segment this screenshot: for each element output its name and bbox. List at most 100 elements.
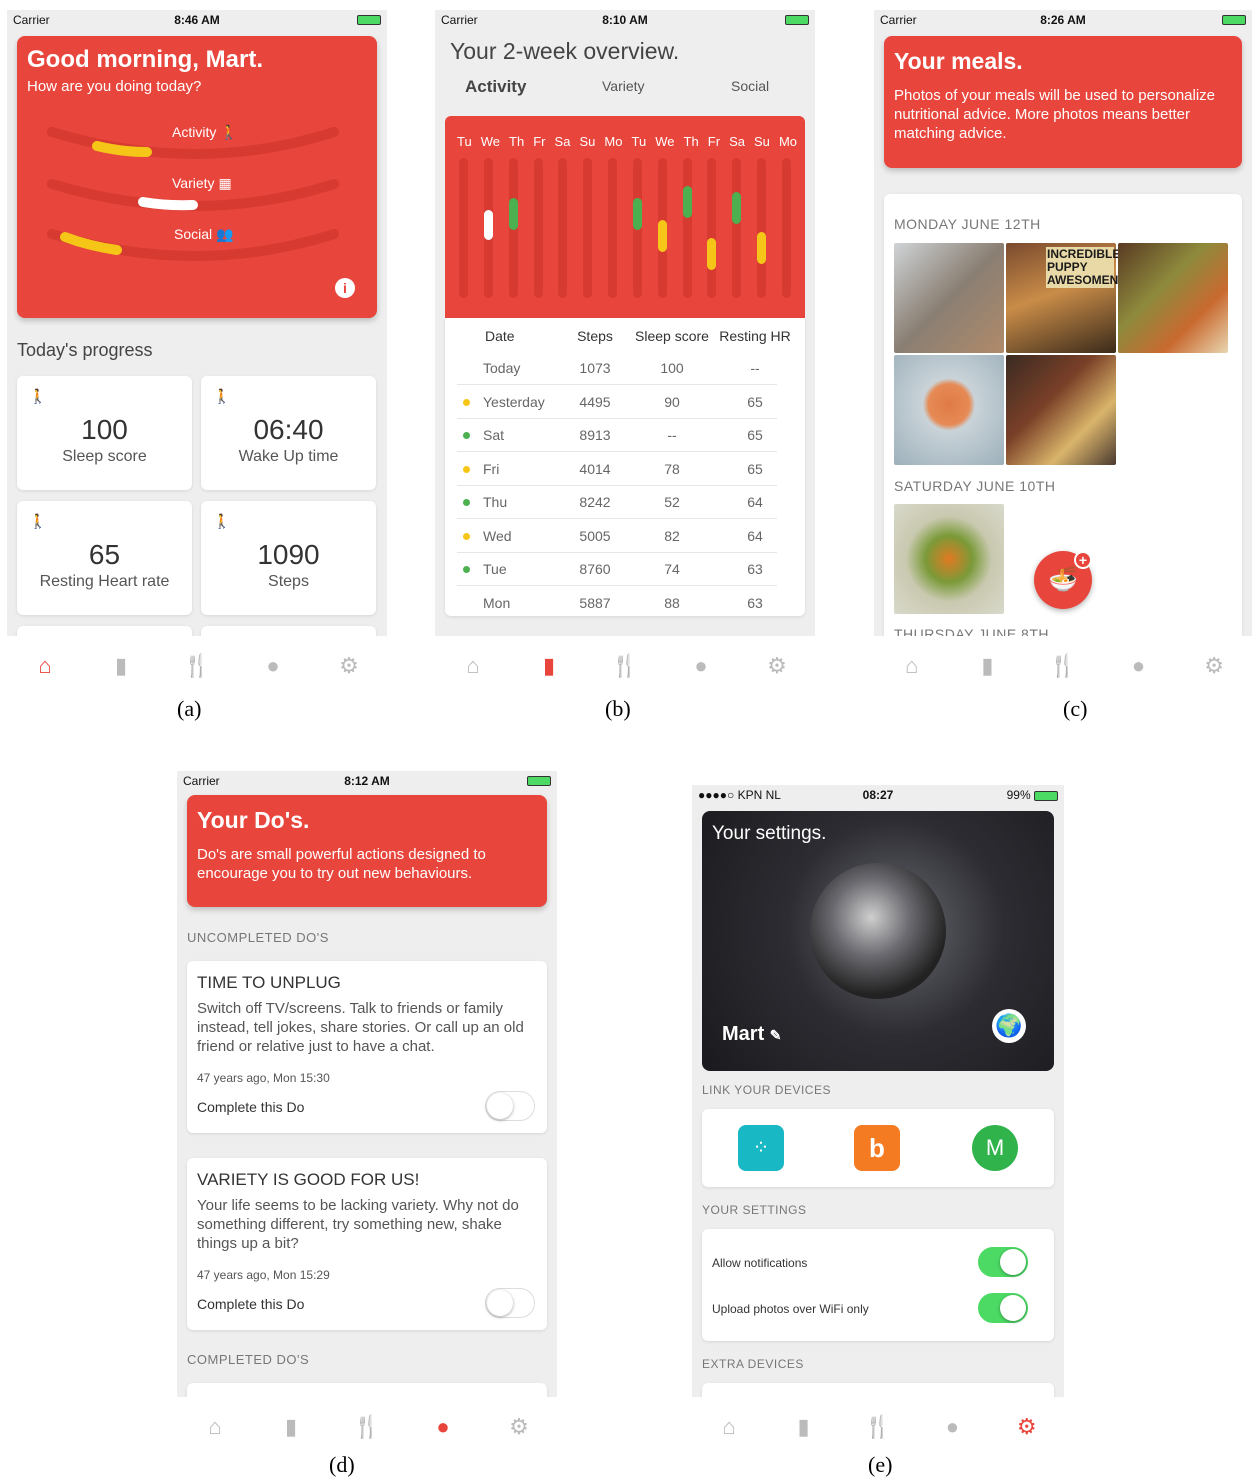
meals-icon[interactable]: 🍴 bbox=[605, 655, 645, 677]
table-cell: 4014 bbox=[579, 460, 611, 477]
dos-icon[interactable]: ● bbox=[423, 1416, 463, 1438]
table-cell: Wed bbox=[483, 527, 512, 544]
table-row[interactable]: Fri 4014 78 65 bbox=[457, 453, 777, 486]
tile-steps[interactable]: 🚶 1090 Steps bbox=[201, 501, 376, 615]
grid-icon: ▦ bbox=[218, 175, 232, 191]
panel-d-dos: Carrier 8:12 AM Your Do's. Do's are smal… bbox=[177, 771, 557, 1457]
day-bar[interactable] bbox=[459, 158, 468, 298]
status-bar: Carrier 8:26 AM bbox=[874, 10, 1252, 30]
home-icon[interactable]: ⌂ bbox=[453, 655, 493, 677]
meal-photo[interactable] bbox=[894, 243, 1004, 353]
table-cell: 78 bbox=[664, 460, 680, 477]
tab-social[interactable]: Social bbox=[731, 78, 769, 94]
meals-icon[interactable]: 🍴 bbox=[1043, 655, 1083, 677]
table-row[interactable]: Tue 8760 74 63 bbox=[457, 553, 777, 586]
wifi-upload-toggle[interactable] bbox=[978, 1293, 1028, 1323]
add-meal-button[interactable]: 🍜 + bbox=[1034, 551, 1092, 609]
meals-icon[interactable]: 🍴 bbox=[858, 1416, 898, 1438]
day-label: Su bbox=[579, 134, 596, 149]
day-label: We bbox=[655, 134, 675, 149]
day-heading: MONDAY JUNE 12TH bbox=[894, 216, 1041, 232]
table-cell: Today bbox=[483, 360, 521, 376]
tile-heart-rate[interactable]: 🚶 65 Resting Heart rate bbox=[17, 501, 192, 615]
notifications-toggle[interactable] bbox=[978, 1247, 1028, 1277]
meals-description: Photos of your meals will be used to per… bbox=[894, 87, 1216, 142]
clock: 08:27 bbox=[862, 788, 894, 802]
clock: 8:10 AM bbox=[602, 13, 648, 27]
day-bar[interactable] bbox=[583, 158, 593, 298]
column-header: Steps bbox=[577, 328, 613, 344]
home-icon[interactable]: ⌂ bbox=[25, 655, 65, 677]
table-cell: 65 bbox=[747, 460, 763, 477]
tile-wakeup[interactable]: 🚶 06:40 Wake Up time bbox=[201, 376, 376, 490]
day-bar[interactable] bbox=[781, 158, 791, 298]
settings-icon[interactable]: ⚙ bbox=[329, 655, 369, 677]
table-cell: Yesterday bbox=[483, 393, 545, 410]
runkeeper-icon[interactable]: b bbox=[854, 1125, 900, 1171]
clock: 8:26 AM bbox=[1040, 13, 1086, 27]
tab-bar: ⌂ ▮ 🍴 ● ⚙ bbox=[177, 1397, 557, 1457]
stats-icon[interactable]: ▮ bbox=[967, 655, 1007, 677]
meal-photo[interactable] bbox=[1118, 243, 1228, 353]
day-bar[interactable] bbox=[757, 158, 767, 298]
meal-photo[interactable]: INCREDIBLE PUPPY AWESOMENESS bbox=[1006, 243, 1142, 353]
day-bar[interactable] bbox=[558, 158, 568, 298]
meal-photo[interactable] bbox=[1006, 355, 1116, 465]
moves-icon[interactable]: M bbox=[972, 1125, 1018, 1171]
day-bar[interactable] bbox=[632, 158, 642, 298]
dos-icon[interactable]: ● bbox=[1119, 655, 1159, 677]
meal-photo[interactable] bbox=[894, 355, 1004, 465]
caption-e: (e) bbox=[868, 1452, 893, 1477]
meal-bowl-icon: 🍜 bbox=[1048, 566, 1078, 593]
tab-bar: ⌂ ▮ 🍴 ● ⚙ bbox=[692, 1397, 1064, 1457]
table-cell: 5005 bbox=[579, 527, 611, 544]
dos-icon[interactable]: ● bbox=[253, 655, 293, 677]
settings-icon[interactable]: ⚙ bbox=[1194, 655, 1234, 677]
tab-activity[interactable]: Activity bbox=[465, 77, 526, 97]
status-bar: ●●●●○ KPN NL 08:27 99% bbox=[692, 785, 1064, 805]
settings-icon[interactable]: ⚙ bbox=[1007, 1416, 1047, 1438]
settings-icon[interactable]: ⚙ bbox=[499, 1416, 539, 1438]
meal-photo[interactable] bbox=[894, 504, 1004, 614]
day-bar[interactable] bbox=[707, 158, 717, 298]
tab-variety[interactable]: Variety bbox=[602, 78, 645, 94]
meals-icon[interactable]: 🍴 bbox=[177, 655, 217, 677]
stats-icon[interactable]: ▮ bbox=[101, 655, 141, 677]
stats-icon[interactable]: ▮ bbox=[784, 1416, 824, 1438]
day-bar[interactable] bbox=[608, 158, 618, 298]
day-bar[interactable] bbox=[682, 158, 692, 298]
day-bar[interactable] bbox=[533, 158, 543, 298]
home-icon[interactable]: ⌂ bbox=[892, 655, 932, 677]
table-row[interactable]: Sat 8913 -- 65 bbox=[457, 419, 777, 452]
dos-icon[interactable]: ● bbox=[681, 655, 721, 677]
complete-do-toggle[interactable] bbox=[485, 1091, 535, 1121]
day-bar[interactable] bbox=[732, 158, 742, 298]
table-row[interactable]: Wed 5005 82 64 bbox=[457, 520, 777, 553]
info-icon[interactable]: i bbox=[335, 278, 355, 298]
stats-icon[interactable]: ▮ bbox=[271, 1416, 311, 1438]
profile-name[interactable]: Mart ✎ bbox=[722, 1023, 782, 1046]
day-bar[interactable] bbox=[508, 158, 518, 298]
globe-icon[interactable]: 🌍 bbox=[992, 1009, 1026, 1043]
table-row[interactable]: Today 1073 100 -- bbox=[457, 352, 777, 385]
home-icon[interactable]: ⌂ bbox=[709, 1416, 749, 1438]
fitbit-icon[interactable]: ⁘ bbox=[738, 1125, 784, 1171]
day-label: Tu bbox=[457, 134, 472, 149]
settings-icon[interactable]: ⚙ bbox=[757, 655, 797, 677]
avatar[interactable] bbox=[810, 863, 946, 999]
day-bar[interactable] bbox=[657, 158, 667, 298]
home-icon[interactable]: ⌂ bbox=[195, 1416, 235, 1438]
dos-icon[interactable]: ● bbox=[932, 1416, 972, 1438]
table-row[interactable]: Thu 8242 52 64 bbox=[457, 486, 777, 519]
day-bar-fill bbox=[657, 220, 667, 252]
meals-icon[interactable]: 🍴 bbox=[347, 1416, 387, 1438]
column-header: Resting HR bbox=[719, 328, 791, 344]
tile-sleep[interactable]: 🚶 100 Sleep score bbox=[17, 376, 192, 490]
table-row[interactable]: Yesterday 4495 90 65 bbox=[457, 386, 777, 419]
stats-icon[interactable]: ▮ bbox=[529, 655, 569, 677]
complete-do-toggle[interactable] bbox=[485, 1288, 535, 1318]
day-bar[interactable] bbox=[483, 158, 493, 298]
table-row[interactable]: Mon 5887 88 63 bbox=[457, 587, 777, 620]
table-cell: 8760 bbox=[579, 561, 611, 577]
table-cell: Tue bbox=[483, 561, 507, 577]
